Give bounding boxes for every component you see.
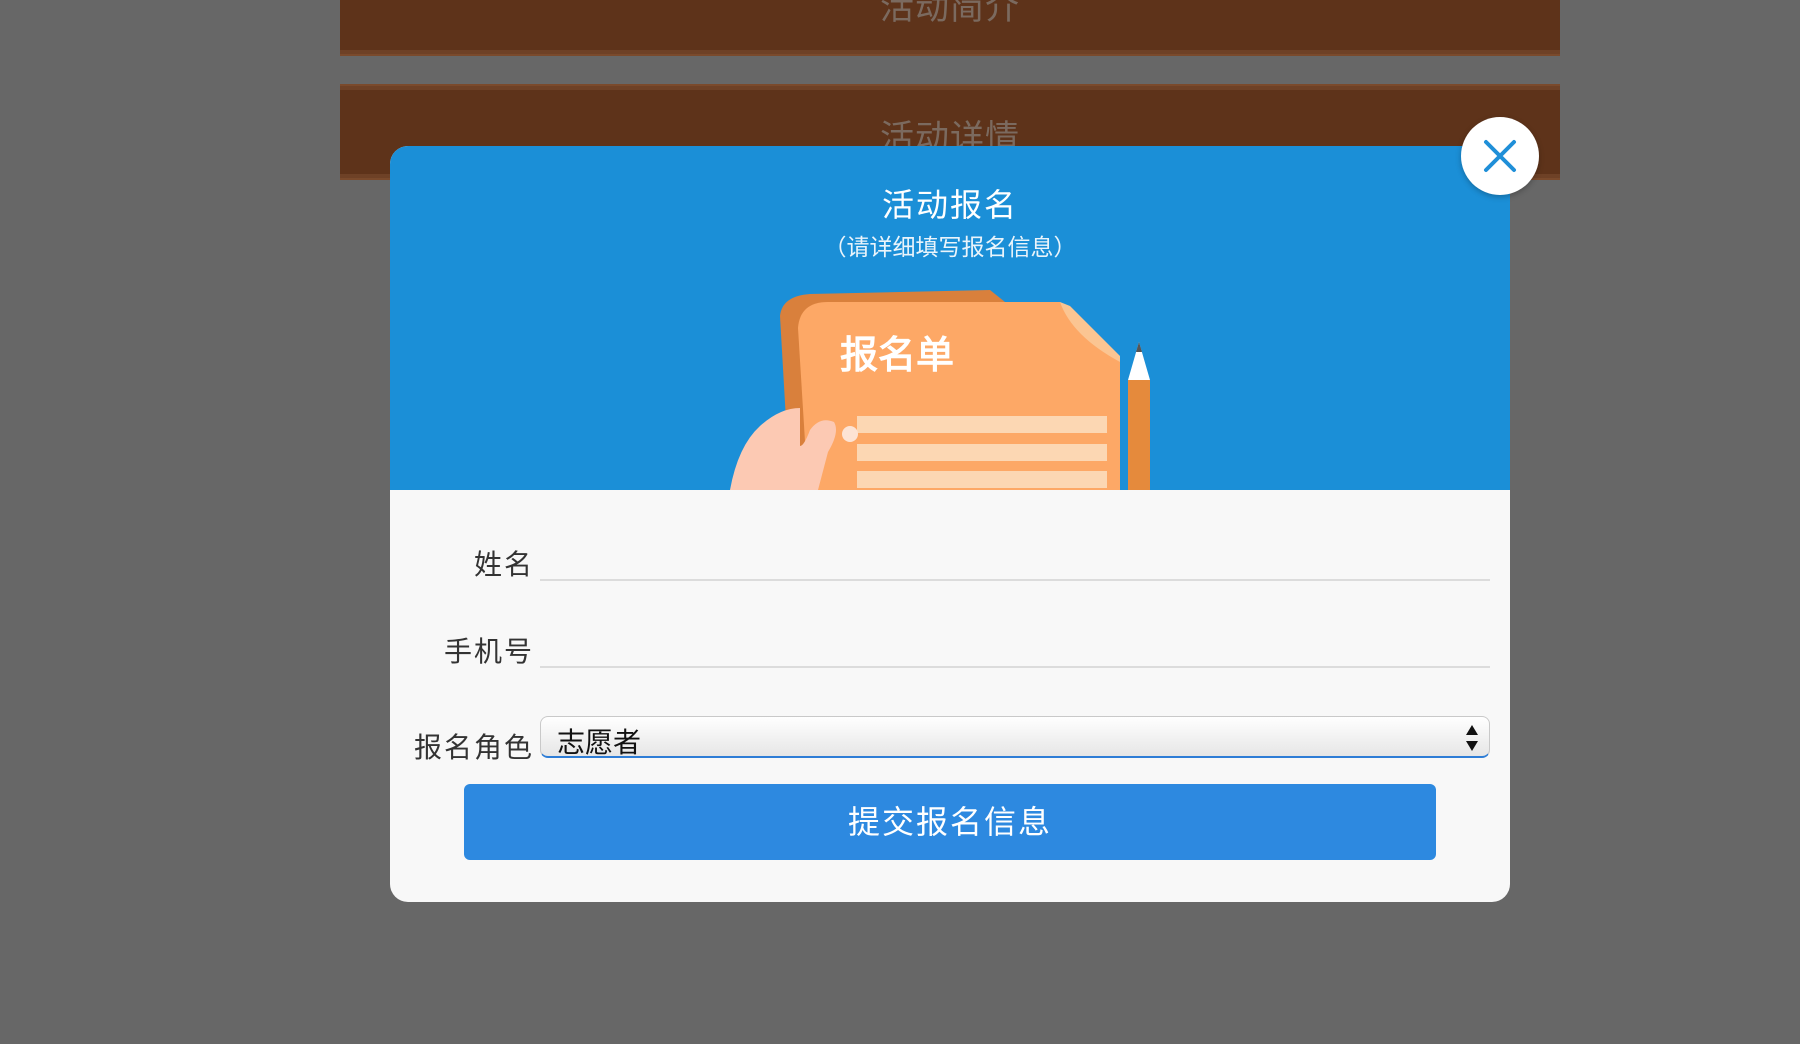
signup-form-illustration: 报名单 <box>730 290 1150 490</box>
modal-subtitle: （请详细填写报名信息） <box>823 235 1077 261</box>
close-button[interactable] <box>1461 117 1539 195</box>
phone-label: 手机号 <box>443 635 534 668</box>
role-label: 报名角色 <box>413 731 534 764</box>
form-row-role: 报名角色 志愿者 <box>390 704 1510 764</box>
role-select-value: 志愿者 <box>557 726 642 759</box>
close-icon <box>1484 140 1516 172</box>
name-input[interactable] <box>540 535 1490 581</box>
name-label: 姓名 <box>473 548 534 581</box>
background-section-intro: 活动简介 <box>340 0 1560 56</box>
form-row-name: 姓名 <box>390 531 1510 591</box>
section-title: 活动简介 <box>880 0 1020 28</box>
illustration-text: 报名单 <box>840 333 954 377</box>
modal-title: 活动报名 <box>881 186 1018 224</box>
submit-button[interactable]: 提交报名信息 <box>464 784 1436 860</box>
modal-header: 活动报名 （请详细填写报名信息） 报名单 <box>390 146 1510 490</box>
registration-modal: 活动报名 （请详细填写报名信息） 报名单 姓名 手机号 报名角色 志愿者 提交报… <box>390 146 1510 902</box>
phone-input[interactable] <box>540 622 1490 668</box>
select-arrows-icon <box>1466 725 1478 751</box>
role-select[interactable]: 志愿者 <box>540 716 1490 759</box>
form-row-phone: 手机号 <box>390 618 1510 678</box>
